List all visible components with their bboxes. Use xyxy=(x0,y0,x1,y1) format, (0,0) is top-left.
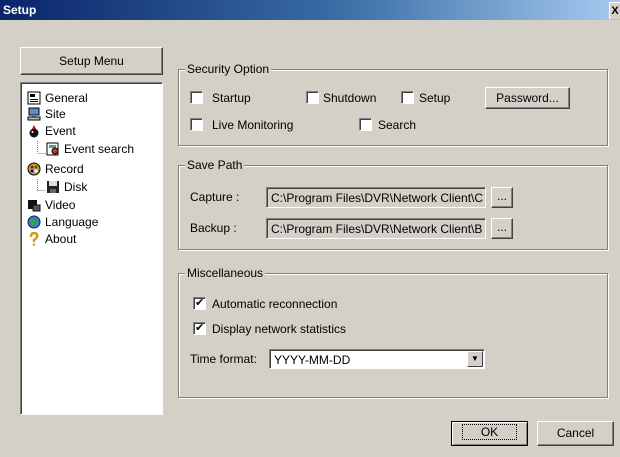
about-icon xyxy=(29,232,39,246)
ok-button[interactable]: OK xyxy=(451,421,528,446)
shutdown-label: Shutdown xyxy=(323,91,377,105)
tree-item-label: Record xyxy=(45,162,84,176)
cancel-button-label: Cancel xyxy=(556,426,595,440)
security-option-title: Security Option xyxy=(185,62,272,76)
setup-tree: General Site Event Event search Record D… xyxy=(20,82,163,415)
tree-item-label: Event xyxy=(45,124,76,138)
tree-item-label: Video xyxy=(45,198,76,212)
live-monitoring-checkbox[interactable] xyxy=(190,118,203,131)
window-title: Setup xyxy=(3,3,37,17)
ok-button-label: OK xyxy=(461,424,518,440)
save-path-group: Save Path Capture : C:\Program Files\DVR… xyxy=(178,158,608,250)
tree-item-label: About xyxy=(45,232,77,246)
cancel-button[interactable]: Cancel xyxy=(537,421,614,446)
startup-checkbox[interactable] xyxy=(190,91,203,104)
record-icon xyxy=(27,162,41,176)
save-path-title: Save Path xyxy=(185,158,245,172)
setup-checkbox[interactable] xyxy=(401,91,414,104)
video-icon xyxy=(28,200,41,212)
tree-lines xyxy=(37,141,46,191)
setup-menu-label: Setup Menu xyxy=(59,54,124,68)
live-monitoring-label: Live Monitoring xyxy=(212,118,294,132)
title-bar: Setup X xyxy=(0,0,620,20)
time-format-value: YYYY-MM-DD xyxy=(274,353,351,367)
capture-browse-button[interactable]: ... xyxy=(491,187,513,208)
tree-item-label: Event search xyxy=(64,142,135,156)
browse-label: ... xyxy=(496,220,507,234)
tree-item-label: Language xyxy=(45,215,99,229)
capture-path-field[interactable]: C:\Program Files\DVR\Network Client\C xyxy=(266,187,486,208)
disk-icon xyxy=(47,181,59,193)
tree-item-label: Site xyxy=(45,107,66,121)
backup-browse-button[interactable]: ... xyxy=(491,218,513,239)
language-icon xyxy=(27,215,41,229)
miscellaneous-group: Miscellaneous Automatic reconnection Dis… xyxy=(178,266,608,398)
close-button[interactable]: X xyxy=(609,2,620,19)
event-search-icon xyxy=(46,142,59,156)
time-format-label: Time format: xyxy=(190,352,257,366)
site-icon xyxy=(27,107,41,121)
backup-path-field[interactable]: C:\Program Files\DVR\Network Client\B xyxy=(266,218,486,239)
startup-label: Startup xyxy=(212,91,251,105)
miscellaneous-title: Miscellaneous xyxy=(185,266,266,280)
setup-menu-button[interactable]: Setup Menu xyxy=(20,47,163,75)
security-option-group: Security Option Startup Shutdown Setup P… xyxy=(178,62,608,146)
password-button-label: Password... xyxy=(496,91,559,105)
browse-label: ... xyxy=(496,189,507,203)
backup-label: Backup : xyxy=(190,221,237,235)
automatic-reconnection-checkbox[interactable] xyxy=(193,296,206,310)
general-icon xyxy=(27,91,41,105)
automatic-reconnection-label: Automatic reconnection xyxy=(212,297,338,311)
tree-item-label: Disk xyxy=(64,180,88,194)
network-statistics-label: Display network statistics xyxy=(212,322,347,336)
capture-label: Capture : xyxy=(190,190,240,204)
search-label: Search xyxy=(378,118,417,132)
chevron-down-icon[interactable]: ▼ xyxy=(467,351,483,367)
event-icon xyxy=(29,125,39,138)
setup-label: Setup xyxy=(419,91,451,105)
time-format-select[interactable]: YYYY-MM-DD ▼ xyxy=(269,349,485,369)
search-checkbox[interactable] xyxy=(359,118,372,131)
tree-item-label: General xyxy=(45,91,88,105)
network-statistics-checkbox[interactable] xyxy=(193,321,206,335)
password-button[interactable]: Password... xyxy=(485,87,570,109)
shutdown-checkbox[interactable] xyxy=(306,91,319,104)
